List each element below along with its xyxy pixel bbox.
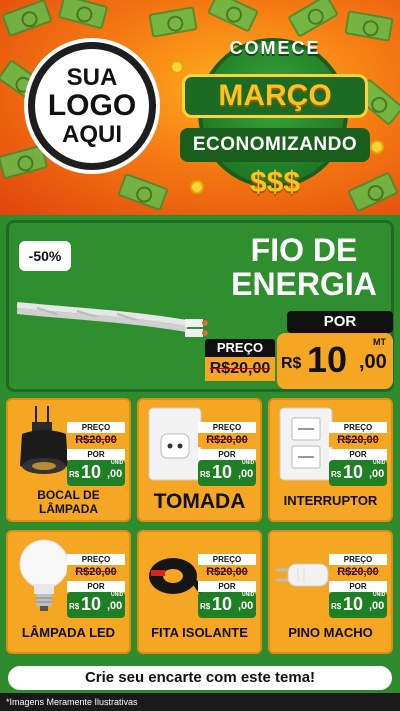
money-bill-icon [1, 0, 53, 38]
price-dec: ,00 [369, 600, 385, 612]
header-banner: SUA LOGO AQUI COMECE MARÇO ECONOMIZANDO … [0, 0, 400, 215]
new-price: R$ 10 ,00 UNID [329, 460, 387, 486]
unit-label: UNID [111, 592, 124, 598]
new-price: R$ 10 ,00 UNID [198, 592, 256, 618]
dollar-signs: $$$ [249, 166, 301, 199]
new-price: R$ 10 ,00 UNID [198, 460, 256, 486]
price-int: 10 [81, 462, 102, 482]
new-price: R$ 10 ,00 UNID [67, 592, 125, 618]
coin-icon [370, 140, 384, 154]
old-price: R$20,00 [329, 433, 387, 447]
unit-label: UNID [373, 592, 386, 598]
product-card[interactable]: PREÇO R$20,00 POR R$ 10 ,00 UNID PINO MA… [268, 530, 393, 654]
old-price: R$20,00 [329, 565, 387, 579]
price-dec: ,00 [238, 468, 254, 480]
preco-label: PREÇO [198, 554, 256, 565]
product-name: INTERRUPTOR [283, 493, 378, 508]
old-price: R$20,00 [67, 433, 125, 447]
por-label: POR [329, 581, 387, 592]
old-price: R$20,00 [198, 565, 256, 579]
price-dec: ,00 [107, 600, 123, 612]
unit-label: UNID [373, 460, 386, 466]
featured-title-line1: FIO DE [250, 232, 358, 268]
unit-label: UNID [111, 460, 124, 466]
preco-label: PREÇO [329, 422, 387, 433]
price-int: 10 [81, 594, 102, 614]
preco-label: PREÇO [198, 422, 256, 433]
campaign-bottom-text: ECONOMIZANDO [180, 128, 370, 162]
disclaimer-text: *Imagens Meramente Ilustrativas [0, 693, 400, 711]
currency: R$ [69, 602, 80, 611]
por-label: POR [198, 449, 256, 460]
campaign-month: MARÇO [182, 74, 368, 118]
currency: R$ [200, 470, 211, 479]
featured-title-line2: ENERGIA [231, 266, 377, 302]
product-name: LÂMPADA LED [21, 625, 116, 640]
price-int: 10 [343, 594, 364, 614]
product-card[interactable]: PREÇO R$20,00 POR R$ 10 ,00 UNID BOCAL D… [6, 398, 131, 522]
product-card[interactable]: PREÇO R$20,00 POR R$ 10 ,00 UNID INTERRU… [268, 398, 393, 522]
featured-por-label: POR [287, 311, 393, 333]
featured-price-int: 10 [307, 339, 348, 380]
price-tag: PREÇO R$20,00 POR R$ 10 ,00 UNID [67, 422, 125, 486]
preco-label: PREÇO [329, 554, 387, 565]
product-name: TOMADA [153, 490, 246, 513]
featured-old-price-value: R$20,00 [205, 357, 275, 381]
unit-label: UNID [242, 460, 255, 466]
unit-label: UNID [242, 592, 255, 598]
product-name: PINO MACHO [288, 625, 373, 640]
new-price: R$ 10 ,00 UNID [329, 592, 387, 618]
por-label: POR [329, 449, 387, 460]
product-card[interactable]: PREÇO R$20,00 POR R$ 10 ,00 UNID TOMADA [137, 398, 262, 522]
featured-title: FIO DE ENERGIA [219, 233, 389, 301]
product-name: FITA ISOLANTE [151, 625, 248, 640]
currency: R$ [331, 470, 342, 479]
featured-preco-label: PREÇO [205, 339, 275, 357]
featured-price-dec: ,00 [359, 351, 387, 373]
featured-currency: R$ [281, 355, 302, 372]
product-card[interactable]: PREÇO R$20,00 POR R$ 10 ,00 UNID LÂMPADA… [6, 530, 131, 654]
price-tag: PREÇO R$20,00 POR R$ 10 ,00 UNID [198, 422, 256, 486]
old-price: R$20,00 [198, 433, 256, 447]
price-tag: PREÇO R$20,00 POR R$ 10 ,00 UNID [198, 554, 256, 618]
money-bill-icon [117, 172, 169, 212]
por-label: POR [67, 581, 125, 592]
logo-text-line1: SUA [66, 64, 118, 92]
currency: R$ [69, 470, 80, 479]
cta-banner[interactable]: Crie seu encarte com este tema! [8, 666, 392, 690]
currency: R$ [200, 602, 211, 611]
featured-unit: MT [373, 337, 386, 347]
price-tag: PREÇO R$20,00 POR R$ 10 ,00 UNID [329, 554, 387, 618]
price-dec: ,00 [107, 468, 123, 480]
price-int: 10 [212, 462, 233, 482]
por-label: POR [67, 449, 125, 460]
money-bill-icon [0, 144, 49, 180]
price-dec: ,00 [369, 468, 385, 480]
product-name: BOCAL DE LÂMPADA [37, 488, 100, 516]
currency: R$ [331, 602, 342, 611]
price-int: 10 [343, 462, 364, 482]
price-dec: ,00 [238, 600, 254, 612]
logo-placeholder: SUA LOGO AQUI [28, 42, 156, 170]
campaign-top-text: COMECE [229, 38, 321, 58]
discount-badge: -50% [19, 241, 71, 271]
product-card[interactable]: PREÇO R$20,00 POR R$ 10 ,00 UNID FITA IS… [137, 530, 262, 654]
wire-cable-icon [17, 302, 208, 337]
price-int: 10 [212, 594, 233, 614]
featured-product[interactable]: -50% FIO DE ENERGIA POR PREÇO R$20,00 R$… [6, 220, 394, 392]
money-bill-icon [57, 0, 109, 30]
featured-new-price: R$ 10 ,00 MT [277, 333, 393, 389]
logo-text-line3: AQUI [62, 120, 122, 148]
logo-text-line2: LOGO [47, 89, 137, 123]
featured-old-price: PREÇO R$20,00 [205, 335, 277, 387]
old-price: R$20,00 [67, 565, 125, 579]
price-tag: PREÇO R$20,00 POR R$ 10 ,00 UNID [67, 554, 125, 618]
preco-label: PREÇO [67, 422, 125, 433]
preco-label: PREÇO [67, 554, 125, 565]
price-tag: PREÇO R$20,00 POR R$ 10 ,00 UNID [329, 422, 387, 486]
por-label: POR [198, 581, 256, 592]
new-price: R$ 10 ,00 UNID [67, 460, 125, 486]
campaign-badge: COMECE MARÇO ECONOMIZANDO $$$ [180, 28, 370, 210]
product-grid: PREÇO R$20,00 POR R$ 10 ,00 UNID BOCAL D… [6, 398, 394, 660]
